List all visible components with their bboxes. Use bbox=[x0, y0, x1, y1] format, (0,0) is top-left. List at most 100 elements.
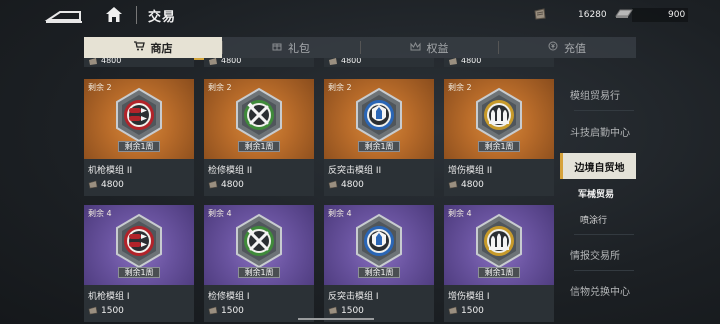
stock-remaining: 剩余 4 bbox=[88, 209, 112, 218]
ticket-currency-icon bbox=[88, 180, 98, 189]
stock-remaining: 剩余 4 bbox=[448, 209, 472, 218]
item-price: 4800 bbox=[221, 180, 244, 190]
shield-shell-icon bbox=[356, 87, 402, 143]
tab-recharge-label: 充值 bbox=[564, 41, 586, 55]
sidebar-divider bbox=[574, 234, 634, 235]
ticket-currency-icon bbox=[208, 180, 218, 189]
tab-recharge[interactable]: 充值 bbox=[498, 37, 636, 58]
item-card[interactable]: 剩余 4 剩余1周机枪模组 I 1500 bbox=[84, 205, 194, 322]
peek-card[interactable]: 4800 bbox=[444, 58, 554, 67]
tab-gift-label: 礼包 bbox=[288, 41, 310, 55]
sidebar-menu: 模组贸易行 斗技启勤中心 边境自贸地 军械贸易 喷涂行 情报交易所 信物兑换中心 bbox=[558, 76, 720, 324]
time-remaining-badge: 剩余1周 bbox=[358, 141, 400, 152]
item-card[interactable]: 剩余 4 剩余1周检修模组 I 1500 bbox=[204, 205, 314, 322]
time-remaining-badge: 剩余1周 bbox=[478, 141, 520, 152]
home-icon[interactable] bbox=[104, 5, 124, 25]
ticket-currency-icon bbox=[328, 306, 338, 315]
item-name: 增伤模组 II bbox=[448, 166, 493, 176]
tab-gift[interactable]: 礼包 bbox=[222, 37, 360, 58]
currency-1-amount: 16280 bbox=[578, 10, 607, 20]
tab-shop-label: 商店 bbox=[150, 41, 173, 55]
sidebar-item-border-trade[interactable]: 边境自贸地 bbox=[560, 153, 636, 179]
item-art: 剩余 4 剩余1周 bbox=[444, 205, 554, 285]
bullet-icon bbox=[116, 87, 162, 143]
sidebar-item-arena-center[interactable]: 斗技启勤中心 bbox=[570, 124, 700, 139]
peek-price: 4800 bbox=[221, 58, 242, 65]
peek-price: 4800 bbox=[461, 58, 482, 65]
item-name: 机枪模组 I bbox=[88, 292, 130, 302]
item-name: 增伤模组 I bbox=[448, 292, 490, 302]
item-card[interactable]: 剩余 4 剩余1周反突击模组 I 1500 bbox=[324, 205, 434, 322]
item-art: 剩余 4 剩余1周 bbox=[324, 205, 434, 285]
stock-remaining: 剩余 2 bbox=[88, 83, 112, 92]
scroll-indicator[interactable] bbox=[298, 318, 374, 320]
item-name: 检修模组 II bbox=[208, 166, 253, 176]
ticket-currency-icon bbox=[448, 306, 458, 315]
gold-bar-icon bbox=[615, 9, 633, 18]
top-bar: 交易 16280 900 bbox=[0, 0, 720, 32]
sidebar-item-token-exchange[interactable]: 信物兑换中心 bbox=[570, 283, 700, 298]
cart-icon bbox=[133, 41, 145, 54]
tab-benefits-label: 权益 bbox=[426, 41, 449, 55]
tab-bar: 商店 礼包 权益 充值 bbox=[84, 37, 636, 58]
stock-remaining: 剩余 2 bbox=[448, 83, 472, 92]
item-art: 剩余 2 剩余1周 bbox=[444, 79, 554, 159]
sidebar-divider bbox=[574, 110, 634, 111]
item-card[interactable]: 剩余 2 剩余1周增伤模组 II 4800 bbox=[444, 79, 554, 196]
back-arrow-icon[interactable] bbox=[44, 7, 84, 25]
item-art: 剩余 2 剩余1周 bbox=[84, 79, 194, 159]
item-card[interactable]: 剩余 2 剩余1周 反突击模组 II 4800 bbox=[324, 79, 434, 196]
time-remaining-badge: 剩余1周 bbox=[238, 267, 280, 278]
item-name: 反突击模组 II bbox=[328, 166, 382, 176]
peek-price: 4800 bbox=[101, 58, 122, 65]
tab-benefits[interactable]: 权益 bbox=[360, 37, 498, 58]
sidebar-item-module-trade[interactable]: 模组贸易行 bbox=[570, 87, 700, 102]
item-price: 4800 bbox=[101, 180, 124, 190]
bullet-icon bbox=[116, 213, 162, 269]
ticket-currency-icon bbox=[449, 58, 457, 65]
ticket-currency-icon bbox=[448, 180, 458, 189]
sidebar-item-intel-exchange[interactable]: 情报交易所 bbox=[570, 247, 700, 262]
sidebar-subitem-armory[interactable]: 军械贸易 bbox=[578, 187, 614, 200]
item-price: 1500 bbox=[461, 306, 484, 316]
tab-shop[interactable]: 商店 bbox=[84, 37, 222, 58]
ammo-stack-icon bbox=[476, 213, 522, 269]
item-name: 反突击模组 I bbox=[328, 292, 379, 302]
item-price: 1500 bbox=[341, 306, 364, 316]
ticket-currency-icon bbox=[88, 306, 98, 315]
wrench-hammer-icon bbox=[236, 213, 282, 269]
item-art: 剩余 2 剩余1周 bbox=[204, 79, 314, 159]
item-price: 4800 bbox=[461, 180, 484, 190]
time-remaining-badge: 剩余1周 bbox=[478, 267, 520, 278]
stock-remaining: 剩余 4 bbox=[328, 209, 352, 218]
ticket-currency-icon bbox=[328, 180, 338, 189]
header-divider bbox=[136, 6, 137, 24]
stock-remaining: 剩余 4 bbox=[208, 209, 232, 218]
item-name: 检修模组 I bbox=[208, 292, 250, 302]
ticket-currency-icon bbox=[329, 58, 337, 65]
peek-card[interactable]: 4800 bbox=[84, 58, 194, 67]
ammo-stack-icon bbox=[476, 87, 522, 143]
peek-price: 4800 bbox=[341, 58, 362, 65]
ticket-currency-icon bbox=[89, 58, 97, 65]
item-card[interactable]: 剩余 2 剩余1周检修模组 II 4800 bbox=[204, 79, 314, 196]
item-card[interactable]: 剩余 2 剩余1周机枪模组 II 4800 bbox=[84, 79, 194, 196]
item-price: 1500 bbox=[101, 306, 124, 316]
item-art: 剩余 4 剩余1周 bbox=[204, 205, 314, 285]
ticket-currency-icon bbox=[209, 58, 217, 65]
item-price: 1500 bbox=[221, 306, 244, 316]
item-art: 剩余 2 剩余1周 bbox=[324, 79, 434, 159]
time-remaining-badge: 剩余1周 bbox=[358, 267, 400, 278]
sidebar-subitem-paint[interactable]: 喷涂行 bbox=[580, 213, 607, 226]
gift-icon bbox=[272, 41, 282, 54]
coin-icon bbox=[548, 41, 558, 54]
item-grid: 4800 4800 4800 4800 剩余 2 剩余1周 机枪模组 II 4800 剩… bbox=[84, 58, 556, 324]
peek-card[interactable]: 4800 bbox=[324, 58, 434, 67]
peek-card[interactable]: 4800 bbox=[204, 58, 314, 67]
item-name: 机枪模组 II bbox=[88, 166, 133, 176]
time-remaining-badge: 剩余1周 bbox=[118, 267, 160, 278]
page-title: 交易 bbox=[148, 10, 177, 25]
ticket-currency-icon bbox=[208, 306, 218, 315]
sidebar-item-border-trade-label: 边境自贸地 bbox=[574, 162, 625, 174]
item-card[interactable]: 剩余 4 剩余1周增伤模组 I 1500 bbox=[444, 205, 554, 322]
